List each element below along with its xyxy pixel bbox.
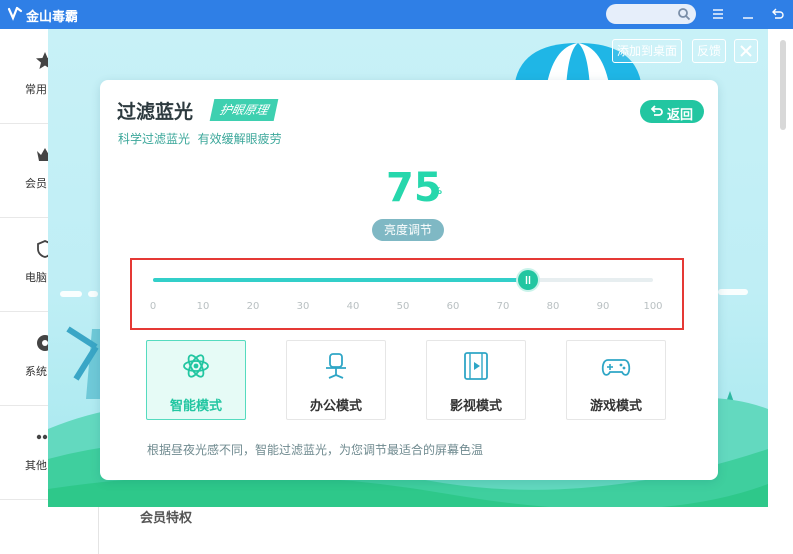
mode-label: 影视模式 <box>449 399 502 414</box>
office-mode-button[interactable]: 办公模式 <box>286 340 386 420</box>
smart-mode-button[interactable]: 智能模式 <box>146 340 246 420</box>
slider-tick-label: 70 <box>496 301 510 312</box>
minimize-icon[interactable] <box>740 6 756 22</box>
mode-label: 办公模式 <box>309 399 362 414</box>
game-mode-button[interactable]: 游戏模式 <box>566 340 666 420</box>
brightness-slider-highlight: 0 10 20 30 40 50 60 70 80 90 100 <box>130 258 684 330</box>
close-button[interactable] <box>734 39 758 63</box>
scrollbar[interactable] <box>780 40 786 130</box>
slider-tick-label: 80 <box>546 301 560 312</box>
percent-unit: % <box>432 186 443 197</box>
slider-tick-label: 10 <box>196 301 210 312</box>
feedback-button[interactable]: 反馈 <box>692 39 727 63</box>
search-input[interactable] <box>606 4 696 24</box>
grip-icon <box>525 276 531 284</box>
slider-tick-label: 60 <box>446 301 460 312</box>
sidebar-item-label: 常用 <box>25 83 47 96</box>
movie-mode-button[interactable]: 影视模式 <box>426 340 526 420</box>
back-button[interactable]: 返回 <box>640 100 704 123</box>
slider-tick-label: 50 <box>396 301 410 312</box>
gamepad-icon <box>601 359 631 376</box>
title-bar: 金山毒霸 <box>0 0 793 29</box>
slider-tick-label: 0 <box>149 301 157 312</box>
slider-fill <box>153 278 528 282</box>
sidebar-item-label: 电脑 <box>25 271 47 284</box>
office-chair-icon <box>326 353 346 379</box>
page-title: 过滤蓝光 <box>117 101 194 123</box>
menu-icon[interactable] <box>710 6 726 22</box>
slider-handle[interactable] <box>518 270 538 290</box>
slider-tick-label: 90 <box>596 301 610 312</box>
sidebar-item-label: 系统 <box>25 365 47 378</box>
brightness-value: 75 % <box>380 166 450 210</box>
add-to-desktop-button[interactable]: 添加到桌面 <box>612 39 683 63</box>
slider-tick-label: 100 <box>643 301 663 312</box>
app-title: 金山毒霸 <box>26 10 79 25</box>
brightness-adjust-label: 亮度调节 <box>372 219 444 241</box>
search-icon[interactable] <box>677 7 691 21</box>
mode-label: 智能模式 <box>169 399 222 414</box>
brightness-slider[interactable] <box>153 270 653 290</box>
slider-tick-label: 40 <box>346 301 360 312</box>
panel-subtitle: 科学过滤蓝光 有效缓解眼疲劳 <box>118 132 282 146</box>
sidebar-item-label: 其他 <box>25 459 47 472</box>
mode-label: 游戏模式 <box>589 399 642 414</box>
mode-hint-text: 根据昼夜光感不同，智能过滤蓝光，为您调节最适合的屏幕色温 <box>147 443 484 457</box>
slider-tick-label: 30 <box>296 301 310 312</box>
atom-icon <box>183 354 209 378</box>
eye-care-principle-tag[interactable]: 护眼原理 <box>209 99 279 121</box>
vip-privilege-heading: 会员特权 <box>140 511 193 526</box>
app-logo-icon <box>7 6 23 21</box>
return-arrow-icon <box>650 105 663 116</box>
back-button-label: 返回 <box>667 108 694 123</box>
close-icon[interactable] <box>735 40 757 62</box>
film-icon <box>464 352 488 380</box>
slider-tick-label: 20 <box>246 301 260 312</box>
back-arrow-icon[interactable] <box>770 6 786 22</box>
blue-light-filter-panel: 过滤蓝光 护眼原理 科学过滤蓝光 有效缓解眼疲劳 返回 75 % 亮度调节 0 1… <box>100 80 718 480</box>
sidebar-item-label: 会员 <box>25 177 47 190</box>
